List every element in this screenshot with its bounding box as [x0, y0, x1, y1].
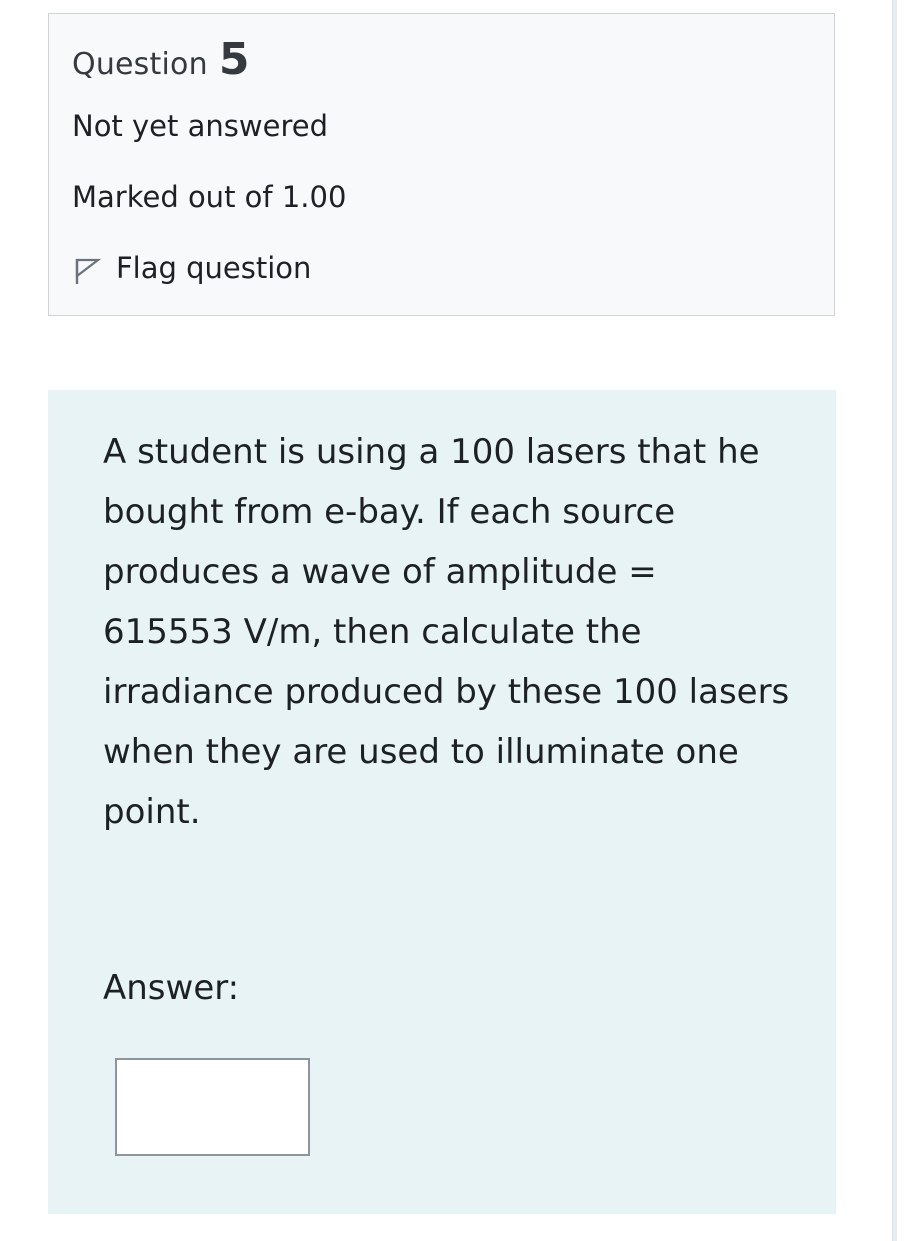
answer-input[interactable]	[115, 1058, 310, 1156]
question-number: 5	[218, 34, 250, 85]
flag-icon	[72, 256, 102, 286]
question-state: Not yet answered	[72, 109, 328, 143]
page-scroll-edge	[892, 0, 897, 1241]
question-text: A student is using a 100 lasers that he …	[103, 432, 790, 832]
question-heading: Question 5	[72, 34, 250, 85]
flag-question-label: Flag question	[116, 251, 312, 285]
question-label: Question	[72, 47, 208, 82]
answer-label: Answer:	[103, 968, 240, 1008]
flag-question-link[interactable]: Flag question	[72, 250, 311, 286]
question-grade: Marked out of 1.00	[72, 180, 347, 214]
question-info-panel: Question 5 Not yet answered Marked out o…	[48, 13, 835, 316]
question-content-panel: A student is using a 100 lasers that he …	[48, 390, 836, 1214]
